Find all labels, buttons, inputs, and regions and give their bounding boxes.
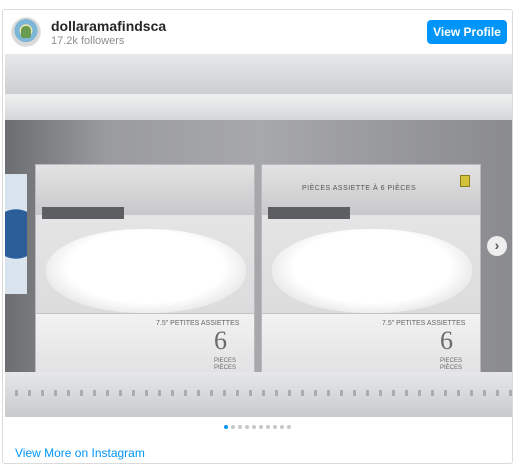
- carousel-dot[interactable]: [245, 425, 249, 429]
- carousel-dot[interactable]: [259, 425, 263, 429]
- carousel-dot[interactable]: [266, 425, 270, 429]
- plate: [272, 229, 472, 313]
- brand-label: [42, 207, 124, 219]
- box-piece-count: 6: [214, 326, 227, 355]
- box-pieces-label: PIECES PIÈCES: [214, 358, 237, 371]
- view-profile-button[interactable]: View Profile: [427, 20, 507, 44]
- brand-label: [268, 207, 350, 219]
- carousel-dot[interactable]: [252, 425, 256, 429]
- carousel-dot[interactable]: [273, 425, 277, 429]
- plate: [46, 229, 246, 313]
- price-tag: [460, 175, 470, 187]
- blue-ceramic-item: [5, 174, 27, 294]
- carousel-dot[interactable]: [224, 425, 228, 429]
- avatar-logo-icon: [21, 26, 31, 38]
- carousel-dot[interactable]: [287, 425, 291, 429]
- view-more-on-instagram-link[interactable]: View More on Instagram: [15, 446, 145, 460]
- instagram-embed-card: dollaramafindsca 17.2k followers View Pr…: [2, 9, 513, 464]
- carousel-dot[interactable]: [280, 425, 284, 429]
- post-photo[interactable]: 7.5" PETITES ASSIETTES 6 PIECES PIÈCES P…: [5, 54, 512, 417]
- plate-box-right: PIÈCES ASSIETTE À 6 PIÈCES 7.5" PETITES …: [261, 164, 481, 396]
- avatar[interactable]: [11, 17, 41, 47]
- plate-box-left: 7.5" PETITES ASSIETTES 6 PIECES PIÈCES: [35, 164, 255, 396]
- box-pieces-label: PIECES PIÈCES: [440, 358, 463, 371]
- follower-count: 17.2k followers: [51, 35, 125, 47]
- username[interactable]: dollaramafindsca: [51, 18, 166, 34]
- chevron-right-icon[interactable]: ›: [487, 236, 507, 256]
- post-header: dollaramafindsca 17.2k followers View Pr…: [3, 10, 512, 54]
- carousel-dot[interactable]: [238, 425, 242, 429]
- box-piece-count: 6: [440, 326, 453, 355]
- shelf-holes: [5, 390, 512, 396]
- upper-shelf-lip: [5, 94, 512, 120]
- box-title-text: PIÈCES ASSIETTE À 6 PIÈCES: [302, 185, 417, 192]
- carousel-dots: [3, 425, 512, 431]
- carousel-dot[interactable]: [231, 425, 235, 429]
